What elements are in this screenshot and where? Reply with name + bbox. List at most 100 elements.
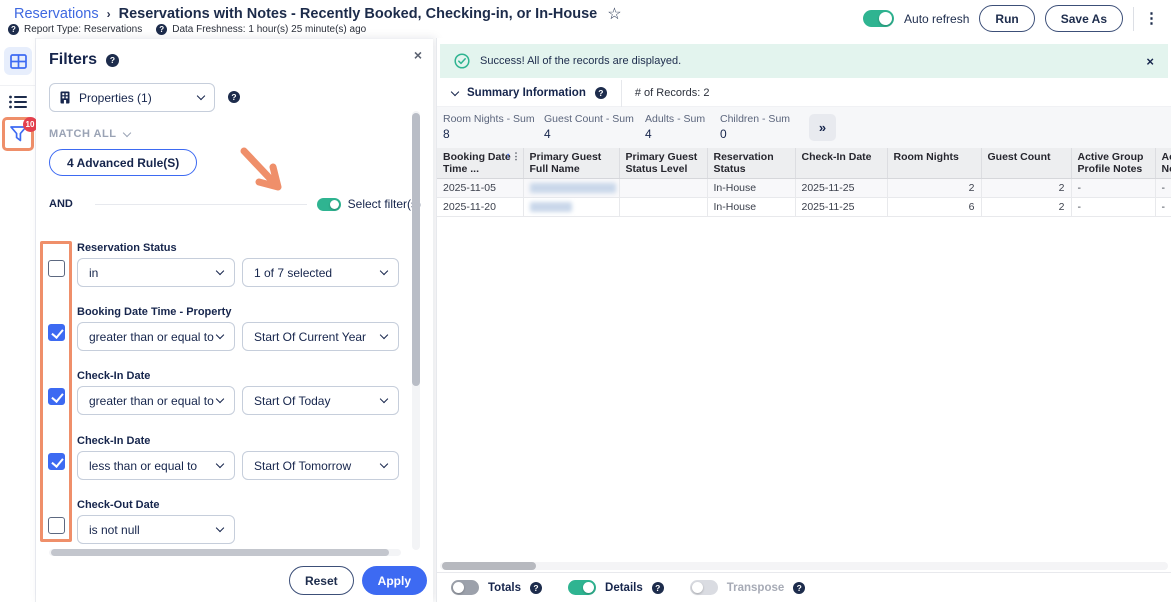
divider [1133,7,1134,31]
totals-toggle[interactable] [451,580,479,595]
filter-operator-select[interactable]: less than or equal to [77,451,235,480]
more-options-icon[interactable]: ⋮ [1144,11,1159,26]
filter-value-text: 1 of 7 selected [254,266,332,280]
records-table: Booking Date Time ... ↑ ⋮ Primary Guest … [437,148,1171,217]
filter-operator-select[interactable]: in [77,258,235,287]
column-header-primary-guest-status-level[interactable]: Primary Guest Status Level [619,148,707,179]
table-header-row: Booking Date Time ... ↑ ⋮ Primary Guest … [437,148,1171,179]
help-icon[interactable]: ? [228,91,240,103]
transpose-toggle[interactable] [690,580,718,595]
scrollbar-thumb[interactable] [51,549,389,556]
summary-stats-row: Room Nights - Sum 8 Guest Count - Sum 4 … [437,107,1171,148]
filter-field-label: Check-In Date [77,435,150,447]
help-icon[interactable]: ? [595,87,607,99]
main-area: Success! All of the records are displaye… [436,38,1171,602]
cell-status-level [619,179,707,198]
panel-vertical-scrollbar[interactable] [412,111,420,550]
filter-checkbox[interactable] [48,453,65,470]
stat-label: Adults - Sum [645,113,705,125]
chevron-down-icon [380,331,388,339]
filter-value-select[interactable]: 1 of 7 selected [242,258,399,287]
filter-value-select[interactable]: Start Of Tomorrow [242,451,399,480]
filter-checkbox[interactable] [48,324,65,341]
column-header-booking-date-time[interactable]: Booking Date Time ... ↑ ⋮ [437,148,523,179]
filter-operator-select[interactable]: is not null [77,515,235,544]
filter-value-select[interactable]: Start Of Current Year [242,322,399,351]
filter-operator-select[interactable]: greater than or equal to [77,322,235,351]
help-icon[interactable]: ? [8,24,19,35]
save-as-button[interactable]: Save As [1045,5,1123,32]
column-header-primary-guest-full-name[interactable]: Primary Guest Full Name [523,148,619,179]
help-icon[interactable]: ? [156,24,167,35]
summary-information-label[interactable]: Summary Information [467,87,586,99]
scrollbar-thumb[interactable] [442,562,536,570]
stat-value: 4 [645,127,705,141]
favorite-star-icon[interactable]: ☆ [607,4,621,24]
reset-button[interactable]: Reset [289,566,354,595]
stat-children: Children - Sum 0 [720,113,790,141]
cell-active-notes: - [1155,198,1171,217]
run-button[interactable]: Run [979,5,1034,32]
sidebar-item-table-view[interactable] [4,47,32,75]
help-icon[interactable]: ? [793,582,805,594]
properties-dropdown[interactable]: Properties (1) [49,83,215,112]
chevron-down-icon [123,128,131,136]
filter-checkbox[interactable] [48,388,65,405]
stat-label: Guest Count - Sum [544,113,634,125]
help-icon[interactable]: ? [106,54,119,67]
stat-adults: Adults - Sum 4 [645,113,705,141]
scrollbar-thumb[interactable] [412,113,420,386]
report-type-meta: ? Report Type: Reservations [8,24,142,35]
select-filters-toggle[interactable] [317,198,341,211]
cell-guest-count: 2 [981,198,1071,217]
collapse-chevron-icon[interactable] [451,87,459,95]
records-count-label: # of Records: 2 [635,87,710,99]
column-header-active-group-profile-notes[interactable]: Active Group Profile Notes [1071,148,1155,179]
column-header-guest-count[interactable]: Guest Count [981,148,1071,179]
redacted-guest-name [530,183,616,193]
filter-checkbox[interactable] [48,260,65,277]
match-all-dropdown[interactable]: MATCH ALL [49,128,130,140]
sort-ascending-icon[interactable]: ↑ [506,151,511,162]
column-header-reservation-status[interactable]: Reservation Status [707,148,795,179]
close-icon[interactable]: × [414,47,422,63]
page-title: Reservations with Notes - Recently Booke… [119,6,598,22]
breadcrumb: Reservations › Reservations with Notes -… [14,4,622,24]
apply-button[interactable]: Apply [362,566,427,595]
filter-checkbox[interactable] [48,517,65,534]
stat-room-nights: Room Nights - Sum 8 [443,113,535,141]
panel-horizontal-scrollbar[interactable] [49,549,401,556]
sidebar-item-list-view[interactable] [7,94,29,110]
help-icon[interactable]: ? [530,582,542,594]
sidebar-item-filters[interactable]: 10 [9,125,28,143]
cell-check-in-date: 2025-11-25 [795,179,887,198]
column-header-active-notes[interactable]: Active Notes [1155,148,1171,179]
column-menu-icon[interactable]: ⋮ [512,152,521,161]
success-message: Success! All of the records are displaye… [480,55,681,67]
stat-label: Children - Sum [720,113,790,125]
filter-value-text: Start Of Current Year [254,330,366,344]
table-horizontal-scrollbar[interactable] [440,562,1168,570]
filter-value-text: Start Of Tomorrow [254,459,351,473]
table-row[interactable]: 2025-11-05 In-House 2025-11-25 2 2 - - [437,179,1171,198]
column-header-room-nights[interactable]: Room Nights [887,148,981,179]
filters-panel: × Filters ? Properties (1) ? MATCH ALL 4… [36,38,433,602]
expand-stats-button[interactable]: » [809,114,836,141]
filter-operator-value: greater than or equal to [89,330,214,344]
stat-value: 4 [544,127,634,141]
help-icon[interactable]: ? [652,582,664,594]
advanced-rules-button[interactable]: 4 Advanced Rule(S) [49,149,197,176]
auto-refresh-toggle[interactable] [863,10,894,27]
filter-operator-select[interactable]: greater than or equal to [77,386,235,415]
and-operator-label: AND [49,198,73,210]
close-icon[interactable]: × [1146,54,1154,69]
table-row[interactable]: 2025-11-20 In-House 2025-11-25 6 2 - - [437,198,1171,217]
filter-value-select[interactable]: Start Of Today [242,386,399,415]
breadcrumb-reservations-link[interactable]: Reservations [14,6,99,22]
column-header-check-in-date[interactable]: Check-In Date [795,148,887,179]
details-toggle[interactable] [568,580,596,595]
totals-label: Totals [488,582,521,594]
stat-value: 8 [443,127,535,141]
details-label: Details [605,582,643,594]
filter-field-label: Check-Out Date [77,499,160,511]
